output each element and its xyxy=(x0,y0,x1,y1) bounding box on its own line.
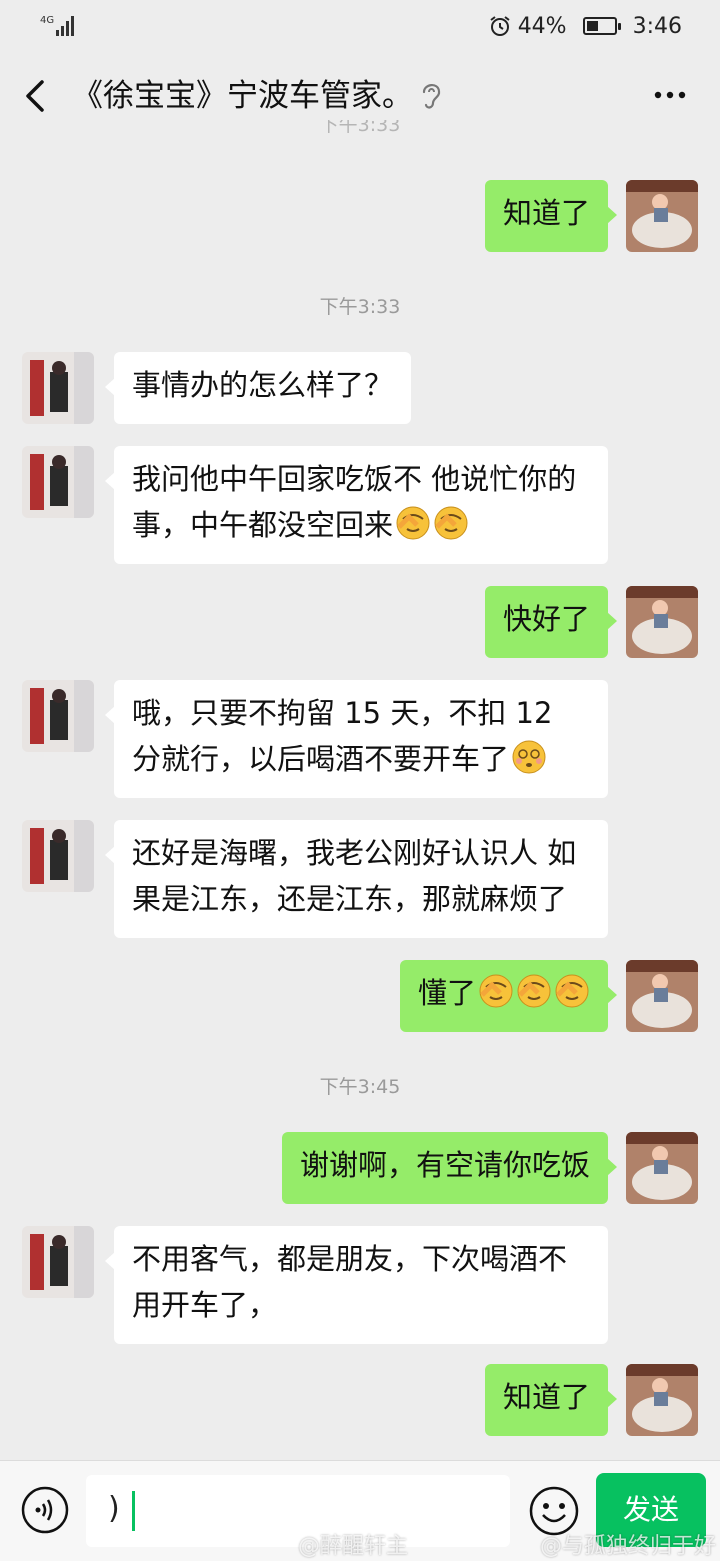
chevron-left-icon[interactable] xyxy=(18,74,54,118)
contact-avatar[interactable] xyxy=(22,1226,94,1298)
message-bubble-incoming[interactable]: 事情办的怎么样了？ xyxy=(104,352,412,424)
contact-avatar[interactable] xyxy=(22,446,94,518)
watermark-left: @醉醒轩主 xyxy=(298,1534,409,1559)
facepalm-emoji-icon xyxy=(434,506,468,540)
message-text: 知道了 xyxy=(502,1380,590,1414)
message-bubble-outgoing[interactable]: 懂了 xyxy=(399,960,618,1032)
timestamp: 下午3:33 xyxy=(319,296,401,318)
message-bubble-outgoing[interactable]: 知道了 xyxy=(484,1364,618,1436)
facepalm-emoji-icon xyxy=(517,974,551,1008)
ear-icon xyxy=(422,84,441,109)
chat-title: 《徐宝宝》宁波车管家。 xyxy=(72,78,413,114)
my-avatar[interactable] xyxy=(626,960,698,1032)
my-avatar[interactable] xyxy=(626,1132,698,1204)
message-text: 懂了 xyxy=(417,976,476,1010)
timestamp: 下午3:45 xyxy=(319,1076,401,1098)
message-text: 知道了 xyxy=(502,196,590,230)
voice-icon[interactable] xyxy=(20,1485,70,1535)
text-caret xyxy=(132,1491,135,1531)
message-bubble-incoming[interactable]: 我问他中午回家吃饭不 他说忙你的事，中午都没空回来 xyxy=(105,446,608,564)
watermark-right: @与孤独终归于好 xyxy=(540,1534,717,1559)
chat-area[interactable]: 下午3:33 知道了 下午3:33 事情办的怎么样了？ 我问他中午回家吃饭不 他… xyxy=(0,0,720,1460)
message-bubble-outgoing[interactable]: 谢谢啊，有空请你吃饭 xyxy=(281,1132,618,1204)
my-avatar[interactable] xyxy=(626,180,698,252)
more-dots-icon[interactable] xyxy=(652,82,688,108)
dizzy-emoji-icon xyxy=(512,740,546,774)
facepalm-emoji-icon xyxy=(396,506,430,540)
message-bubble-incoming[interactable]: 哦，只要不拘留 15 天，不扣 12 分就行，以后喝酒不要开车了 xyxy=(105,680,608,798)
message-text: 我问他中午回家吃饭不 他说忙你的事，中午都没空回来 xyxy=(132,462,577,542)
message-text: 不用客气，都是朋友，下次喝酒不用开车了， xyxy=(132,1242,568,1322)
contact-avatar[interactable] xyxy=(22,680,94,752)
message-text: 快好了 xyxy=(502,602,590,636)
message-text: 还好是海曙，我老公刚好认识人 如果是江东，还是江东，那就麻烦了 xyxy=(132,836,577,916)
contact-avatar[interactable] xyxy=(22,352,94,424)
message-text: 谢谢啊，有空请你吃饭 xyxy=(299,1148,590,1182)
message-text: 事情办的怎么样了？ xyxy=(132,368,394,402)
my-avatar[interactable] xyxy=(626,586,698,658)
message-text: 哦，只要不拘留 15 天，不扣 12 分就行，以后喝酒不要开车了 xyxy=(132,696,553,776)
my-avatar[interactable] xyxy=(626,1364,698,1436)
message-bubble-outgoing[interactable]: 知道了 xyxy=(484,180,618,252)
nav-bar: 《徐宝宝》宁波车管家。 xyxy=(0,52,720,138)
facepalm-emoji-icon xyxy=(555,974,589,1008)
message-bubble-incoming[interactable]: 不用客气，都是朋友，下次喝酒不用开车了， xyxy=(105,1226,608,1344)
input-value: ) xyxy=(108,1491,120,1526)
contact-avatar[interactable] xyxy=(22,820,94,892)
message-bubble-outgoing[interactable]: 快好了 xyxy=(484,586,618,658)
message-bubble-incoming[interactable]: 还好是海曙，我老公刚好认识人 如果是江东，还是江东，那就麻烦了 xyxy=(105,820,608,938)
facepalm-emoji-icon xyxy=(479,974,513,1008)
